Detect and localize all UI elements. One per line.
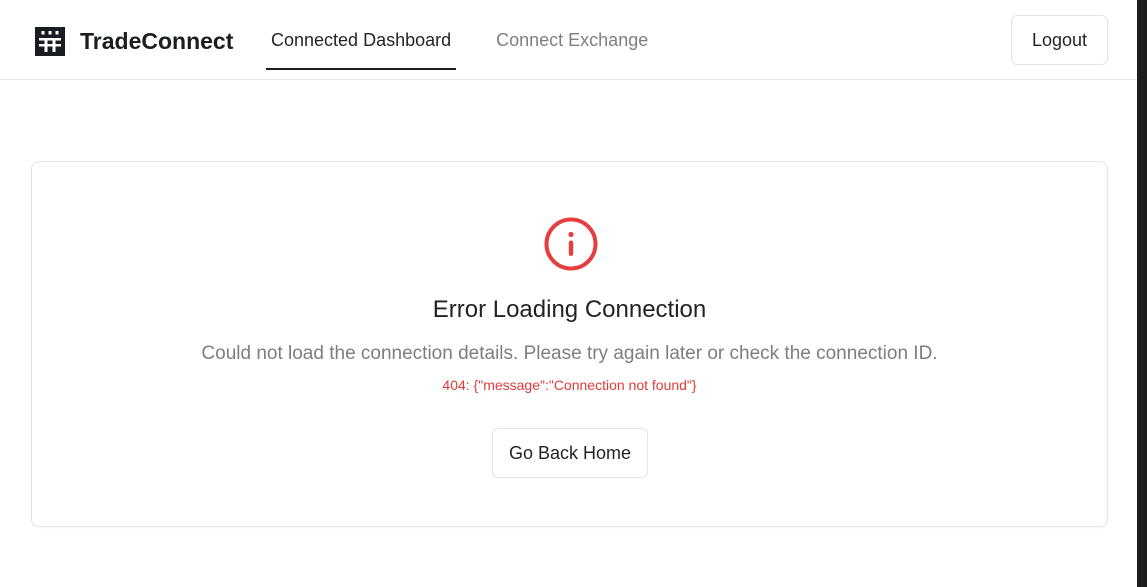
tab-label: Connected Dashboard bbox=[271, 29, 452, 50]
error-detail-message: 404: {"message":"Connection not found"} bbox=[442, 377, 697, 393]
error-card: Error Loading Connection Could not load … bbox=[31, 161, 1108, 527]
main-tabs: Connected Dashboard Connect Exchange bbox=[266, 0, 648, 80]
page: TradeConnect Connected Dashboard Connect… bbox=[0, 0, 1147, 587]
error-title: Error Loading Connection bbox=[432, 296, 707, 323]
go-back-home-button[interactable]: Go Back Home bbox=[492, 428, 648, 478]
top-navigation-bar: TradeConnect Connected Dashboard Connect… bbox=[0, 0, 1137, 80]
logout-button[interactable]: Logout bbox=[1011, 15, 1108, 65]
alert-circle-icon bbox=[544, 217, 598, 271]
grid-logo-icon bbox=[35, 27, 65, 56]
window-edge bbox=[1137, 0, 1147, 587]
error-description: Could not load the connection details. P… bbox=[201, 343, 938, 364]
brand-name: TradeConnect bbox=[80, 28, 234, 54]
tab-connect-exchange[interactable]: Connect Exchange bbox=[496, 0, 648, 80]
tab-connected-dashboard[interactable]: Connected Dashboard bbox=[266, 0, 457, 80]
brand[interactable]: TradeConnect bbox=[35, 27, 233, 56]
tab-label: Connect Exchange bbox=[496, 29, 649, 50]
